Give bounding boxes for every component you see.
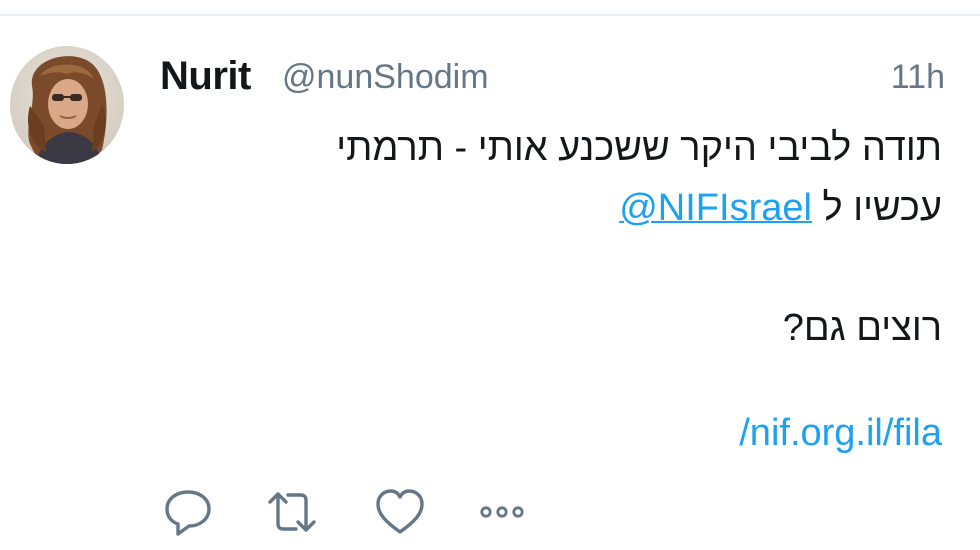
retweet-icon [268, 492, 316, 532]
display-name[interactable]: Nurit [160, 54, 251, 99]
mention-link[interactable]: @NIFIsrael [619, 187, 812, 229]
like-icon [376, 489, 424, 534]
tweet-text-line-2-prefix: עכשיו ל [822, 187, 942, 229]
retweet-button[interactable] [264, 484, 320, 540]
tweet-text-line-2: @NIFIsrael עכשיו ל [222, 178, 942, 238]
user-handle[interactable]: @nunShodim [282, 58, 489, 97]
tweet-text-line-1: תודה לביבי היקר ששכנע אותי - תרמתי [336, 127, 942, 169]
like-button[interactable] [372, 484, 428, 540]
reply-button[interactable] [160, 484, 216, 540]
avatar-photo [10, 46, 124, 164]
url-link[interactable]: /nif.org.il/fila [739, 412, 942, 455]
more-icon [480, 506, 524, 518]
avatar[interactable] [10, 46, 124, 164]
more-button[interactable] [474, 484, 530, 540]
tweet-text: תודה לביבי היקר ששכנע אותי - תרמתי @NIFI… [222, 118, 942, 358]
tweet-text-line-3: רוצים גם? [782, 307, 942, 349]
tweet-actions [160, 484, 560, 540]
tweet-header: Nurit @nunShodim 11h [160, 52, 945, 102]
timestamp[interactable]: 11h [891, 58, 945, 97]
top-divider [0, 14, 980, 16]
reply-icon [165, 490, 211, 536]
